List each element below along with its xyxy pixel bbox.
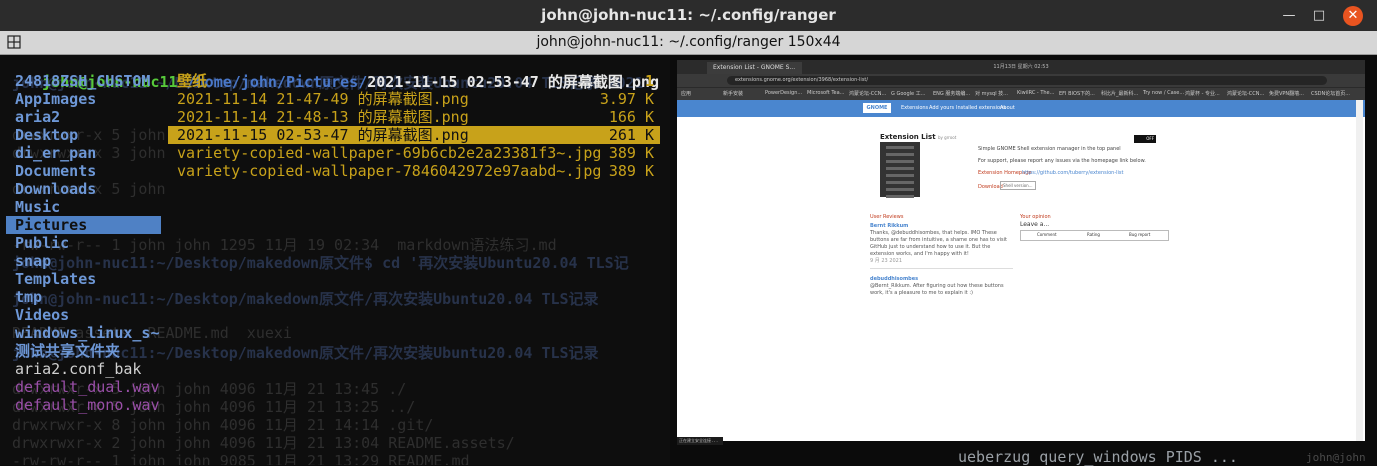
file-name: variety-copied-wallpaper-69b6cb2e2a23381… (177, 144, 602, 162)
review-2: debuddhisombes @Bernt_Rikkum. After figu… (870, 276, 1004, 296)
file-row[interactable]: 2021-11-15 02-53-47 的屏幕截图.png 261 K (168, 126, 660, 144)
extension-card: Extension List by grroot Simple GNOME Sh… (872, 132, 1162, 227)
homepage-url: https://github.com/tuberry/extension-lis… (1022, 170, 1124, 176)
user-reviews-title: User Reviews (870, 214, 904, 220)
bookmark-item: 免费VPN翻墙... (1269, 91, 1304, 97)
parent-dir-item[interactable]: Pictures (6, 216, 161, 234)
terminal-tabbar: john@john-nuc11: ~/.config/ranger 150x44 (0, 31, 1377, 55)
window-titlebar[interactable]: john@john-nuc11: ~/.config/ranger — □ ✕ (0, 0, 1377, 31)
bookmark-item: PowerDesign... (765, 90, 803, 96)
window-title: john@john-nuc11: ~/.config/ranger (541, 6, 836, 24)
file-name: 2021-11-14 21-48-13 的屏幕截图.png (177, 108, 469, 126)
file-row[interactable]: variety-copied-wallpaper-69b6cb2e2a23381… (168, 144, 660, 162)
browser-bookmarks: 应用 新手安装 PowerDesign... Microsoft Tea... 鸿蒙论坛… (677, 87, 1365, 100)
ueberzug-status: ueberzug query_windows PIDS ... (958, 448, 1238, 466)
file-name: 2021-11-14 21-47-49 的屏幕截图.png (177, 90, 469, 108)
file-row[interactable]: 2021-11-14 21-48-13 的屏幕截图.png 166 K (168, 108, 660, 126)
bookmark-item: KiwiIRC - The... (1017, 90, 1055, 96)
ranger-current-column: 壁纸 1 2021-11-14 21-47-49 的屏幕截图.png 3.97 K… (168, 72, 660, 180)
file-row[interactable]: variety-copied-wallpaper-7846042972e97aa… (168, 162, 660, 180)
review-1: Bernt Rikkum Thanks, @debuddhisombes, th… (870, 223, 1007, 264)
browser-clock: 11月13日 星期六 02:53 (993, 64, 1049, 70)
minimize-button[interactable]: — (1279, 6, 1299, 26)
file-name: variety-copied-wallpaper-7846042972e97aa… (177, 162, 602, 180)
tab-title: john@john-nuc11: ~/.config/ranger 150x44 (536, 34, 841, 50)
bookmark-item: 鸿蒙论坛-CCN... (849, 91, 887, 97)
bookmark-item: EFI BIOS下的... (1059, 91, 1095, 97)
parent-dir-item[interactable]: aria2 (6, 108, 161, 126)
file-size: 389 K (608, 144, 654, 162)
bookmark-item: 新手安装 (723, 91, 744, 97)
screenshot-preview: Extension List - GNOME S... 11月13日 星期六 0… (677, 60, 1365, 441)
parent-dir-item[interactable]: tmp (6, 288, 161, 306)
extension-description: Simple GNOME Shell extension manager in … (978, 146, 1146, 164)
extension-thumbnail (880, 142, 920, 198)
parent-dir-item[interactable]: snap (6, 252, 161, 270)
bookmark-item: CSDN论坛首页... (1311, 91, 1351, 97)
file-row[interactable]: 2021-11-14 21-47-49 的屏幕截图.png 3.97 K (168, 90, 660, 108)
opinion-title: Your opinion (1020, 214, 1051, 220)
directory-header[interactable]: 壁纸 1 (168, 72, 660, 90)
parent-dir-item[interactable]: default_mono.wav (6, 396, 161, 414)
ranger-preview-pane: Extension List - GNOME S... 11月13日 星期六 0… (670, 55, 1377, 465)
parent-dir-item[interactable]: Documents (6, 162, 161, 180)
parent-dir-item[interactable]: Videos (6, 306, 161, 324)
bookmark-item: ENG 服务端编... (933, 91, 971, 97)
parent-dir-item[interactable]: 24818ZSH_CUSTOM (6, 72, 161, 90)
maximize-button[interactable]: □ (1309, 6, 1329, 26)
parent-dir-item[interactable]: Public (6, 234, 161, 252)
bookmark-item: Try now / Case... (1143, 90, 1185, 96)
file-size: 389 K (608, 162, 654, 180)
browser-url: extensions.gnome.org/extension/3968/exte… (727, 76, 1327, 85)
bookmark-item: 应用 (681, 91, 692, 97)
parent-dir-item[interactable]: default_dual.wav (6, 378, 161, 396)
browser-scrollbar (1356, 100, 1363, 441)
parent-dir-item[interactable]: windows_linux_s~ (6, 324, 161, 342)
browser-tabstrip: Extension List - GNOME S... 11月13日 星期六 0… (677, 60, 1365, 74)
directory-count: 1 (644, 72, 654, 90)
extension-toggle: OFF (1134, 135, 1156, 143)
bookmark-item: Microsoft Tea... (807, 90, 845, 96)
gnome-nav: GNOME Extensions Add yours Installed ext… (677, 100, 1365, 117)
bookmark-item: 鸿蒙论坛-CCN... (1227, 91, 1265, 97)
shell-version-select: Shell version... (1000, 181, 1036, 190)
parent-dir-item[interactable]: Desktop (6, 126, 161, 144)
parent-dir-item[interactable]: aria2.conf_bak (6, 360, 161, 378)
opinion-buttons: Comment Rating Bug report (1020, 230, 1169, 241)
parent-dir-item[interactable]: 测试共享文件夹 (6, 342, 161, 360)
scrollback-line: -rw-rw-r-- 1 john john 9085 11月 21 13:29… (12, 452, 470, 465)
parent-dir-item[interactable]: Downloads (6, 180, 161, 198)
nav-about: About (1000, 105, 1015, 111)
bookmark-item: 对 mysql 技... (975, 91, 1008, 97)
nav-extensions: Extensions (901, 105, 929, 111)
nav-add-yours: Add yours (929, 105, 955, 111)
bookmark-item: G Google 工... (891, 91, 926, 97)
gnome-logo: GNOME (863, 103, 891, 113)
terminal-pane[interactable]: john@john-nuc11 ~/Desktop/makedown原文件/再次… (0, 55, 670, 465)
file-name: 2021-11-15 02-53-47 的屏幕截图.png (177, 126, 469, 144)
bookmark-item: 鸿蒙杯 - 专业... (1185, 91, 1220, 97)
browser-addressbar: extensions.gnome.org/extension/3968/exte… (677, 74, 1365, 87)
close-button[interactable]: ✕ (1343, 6, 1363, 26)
file-size: 166 K (608, 108, 654, 126)
extension-name: Extension List by grroot (880, 133, 957, 141)
parent-dir-item[interactable]: Music (6, 198, 161, 216)
parent-dir-item[interactable]: AppImages (6, 90, 161, 108)
directory-name: 壁纸 (177, 72, 208, 90)
file-size: 3.97 K (599, 90, 654, 108)
nav-installed: Installed extensions (956, 105, 1006, 111)
status-toast: 正在建立安全连接... (677, 437, 723, 445)
opinion-subtitle: Leave a... (1020, 221, 1050, 228)
parent-dir-item[interactable]: Templates (6, 270, 161, 288)
bookmark-item: 科比片_最新科... (1101, 91, 1139, 97)
file-size: 261 K (608, 126, 654, 144)
parent-dir-item[interactable]: di_er_pan (6, 144, 161, 162)
ranger-parent-column: 24818ZSH_CUSTOM AppImages aria2 Desktop di_e… (6, 72, 161, 414)
prompt-fragment: john@john (1306, 451, 1366, 464)
